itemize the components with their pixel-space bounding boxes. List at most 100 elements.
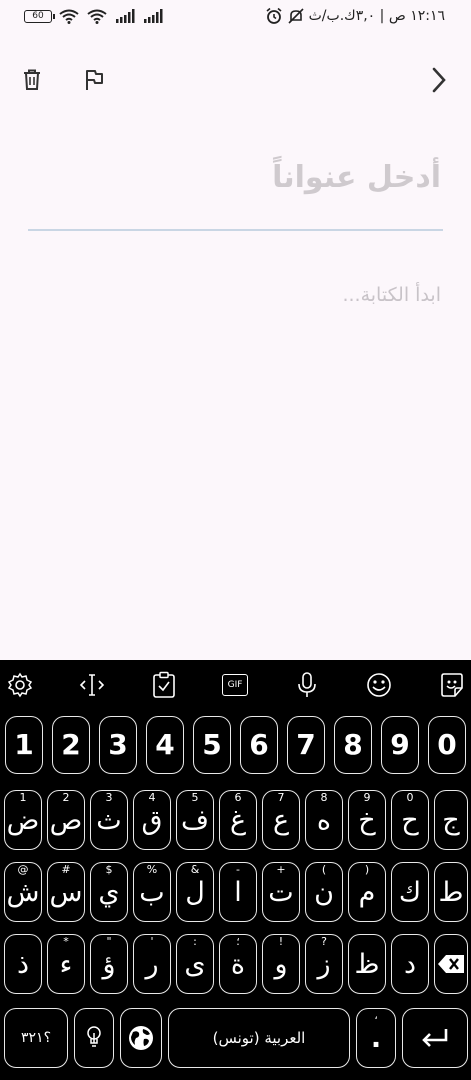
- key-waw[interactable]: ! و: [262, 934, 300, 994]
- key-8[interactable]: 8: [334, 716, 372, 774]
- keyboard-settings-button[interactable]: [5, 670, 35, 700]
- key-hint: 7: [277, 791, 285, 804]
- key-dal[interactable]: د: [391, 934, 429, 994]
- key-label: ا: [234, 876, 242, 908]
- key-label: م: [358, 876, 376, 908]
- key-theh[interactable]: 3ث: [90, 790, 128, 850]
- key-hint: %: [146, 863, 158, 876]
- forward-button[interactable]: [419, 60, 459, 100]
- key-hint: 4: [148, 791, 156, 804]
- key-4[interactable]: 4: [146, 716, 184, 774]
- key-noon[interactable]: (ن: [305, 862, 343, 922]
- key-meem[interactable]: ) م: [348, 862, 386, 922]
- idea-key[interactable]: [74, 1008, 114, 1068]
- key-label: ز: [317, 948, 331, 980]
- sticker-icon: [441, 673, 463, 697]
- title-input[interactable]: أدخل عنواناً: [31, 160, 441, 195]
- key-hint: 2: [62, 791, 70, 804]
- key-reh[interactable]: ' ر: [133, 934, 171, 994]
- key-label: ر: [145, 948, 159, 980]
- battery-icon: 60: [24, 9, 55, 23]
- status-time: ١٢:١٦ ص | ٣,٠ك.ب/ث: [308, 8, 445, 24]
- key-label: 4: [155, 728, 175, 761]
- key-ghain[interactable]: 6غ: [219, 790, 257, 850]
- mic-icon: [298, 672, 316, 697]
- key-feh[interactable]: 5ف: [176, 790, 214, 850]
- letter-row-1: 1ض 2ص 3ث 4ق 5ف 6غ 7ع 8ه 9خ 0ح ج: [0, 790, 471, 850]
- key-teh[interactable]: + ت: [262, 862, 300, 922]
- key-hint: ؛: [236, 935, 240, 948]
- flag-button[interactable]: [74, 60, 114, 100]
- language-key[interactable]: [120, 1008, 162, 1068]
- key-label: 9: [390, 728, 410, 761]
- body-input[interactable]: ابدأ الكتابة...: [31, 284, 441, 306]
- backspace-icon: [438, 955, 464, 973]
- key-3[interactable]: 3: [99, 716, 137, 774]
- sticker-button[interactable]: [437, 670, 467, 700]
- gif-icon: GIF: [222, 674, 248, 696]
- gif-label: GIF: [227, 680, 243, 690]
- key-zah[interactable]: ظ: [348, 934, 386, 994]
- key-hint: @: [17, 863, 29, 876]
- key-0[interactable]: 0: [428, 716, 466, 774]
- key-label: 6: [249, 728, 269, 761]
- key-alef[interactable]: -ا: [219, 862, 257, 922]
- space-key[interactable]: العربية (تونس): [168, 1008, 350, 1068]
- delete-button[interactable]: [12, 60, 52, 100]
- key-label: ش: [6, 876, 40, 908]
- key-lam[interactable]: & ل: [176, 862, 214, 922]
- status-bar: 60 ١٢:١٦ ص | ٣,٠ك.ب/ث: [0, 0, 471, 36]
- key-beh[interactable]: % ب: [133, 862, 171, 922]
- key-teh-marbuta[interactable]: ؛ ة: [219, 934, 257, 994]
- key-label: ن: [314, 876, 334, 908]
- key-qaf[interactable]: 4ق: [133, 790, 171, 850]
- key-seen[interactable]: # س: [47, 862, 85, 922]
- key-dad[interactable]: 1ض: [4, 790, 42, 850]
- key-hint: 6: [234, 791, 242, 804]
- key-ain[interactable]: 7ع: [262, 790, 300, 850]
- key-label: 0: [437, 728, 457, 761]
- key-2[interactable]: 2: [52, 716, 90, 774]
- key-5[interactable]: 5: [193, 716, 231, 774]
- key-kaf[interactable]: ك: [391, 862, 429, 922]
- bottom-row: ؟٣٢١ العربية (تونس) ، .: [0, 1008, 471, 1068]
- key-sheen[interactable]: @ ش: [4, 862, 42, 922]
- emoji-button[interactable]: [364, 670, 394, 700]
- key-waw-hamza[interactable]: " ؤ: [90, 934, 128, 994]
- key-1[interactable]: 1: [5, 716, 43, 774]
- key-label: ف: [181, 804, 209, 836]
- key-yeh[interactable]: $ ي: [90, 862, 128, 922]
- key-9[interactable]: 9: [381, 716, 419, 774]
- key-hah[interactable]: 0ح: [391, 790, 429, 850]
- space-key-label: العربية (تونس): [212, 1029, 306, 1047]
- key-jeem[interactable]: ج: [434, 790, 468, 850]
- key-heh[interactable]: 8ه: [305, 790, 343, 850]
- cursor-control-button[interactable]: [77, 670, 107, 700]
- key-hint: 9: [363, 791, 371, 804]
- mute-icon: [288, 8, 304, 24]
- key-hamza[interactable]: * ء: [47, 934, 85, 994]
- voice-input-button[interactable]: [292, 670, 322, 700]
- key-label: س: [49, 876, 83, 908]
- key-thal[interactable]: ذ: [4, 934, 42, 994]
- key-label: ه: [316, 804, 332, 836]
- enter-key[interactable]: [402, 1008, 468, 1068]
- key-tah[interactable]: ط: [434, 862, 468, 922]
- period-key[interactable]: ، .: [356, 1008, 396, 1068]
- key-7[interactable]: 7: [287, 716, 325, 774]
- key-hint: !: [278, 935, 284, 948]
- gif-button[interactable]: GIF: [220, 670, 250, 700]
- key-6[interactable]: 6: [240, 716, 278, 774]
- key-hint: (: [321, 863, 327, 876]
- key-zain[interactable]: ? ز: [305, 934, 343, 994]
- key-khah[interactable]: 9خ: [348, 790, 386, 850]
- key-hint: ": [106, 935, 112, 948]
- key-sad[interactable]: 2ص: [47, 790, 85, 850]
- symbols-key[interactable]: ؟٣٢١: [4, 1008, 68, 1068]
- clipboard-button[interactable]: [149, 670, 179, 700]
- backspace-key[interactable]: [434, 934, 468, 994]
- key-label: ى: [184, 948, 206, 980]
- key-label: ب: [139, 876, 165, 908]
- key-label: ة: [230, 948, 246, 980]
- key-alef-maksura[interactable]: :ى: [176, 934, 214, 994]
